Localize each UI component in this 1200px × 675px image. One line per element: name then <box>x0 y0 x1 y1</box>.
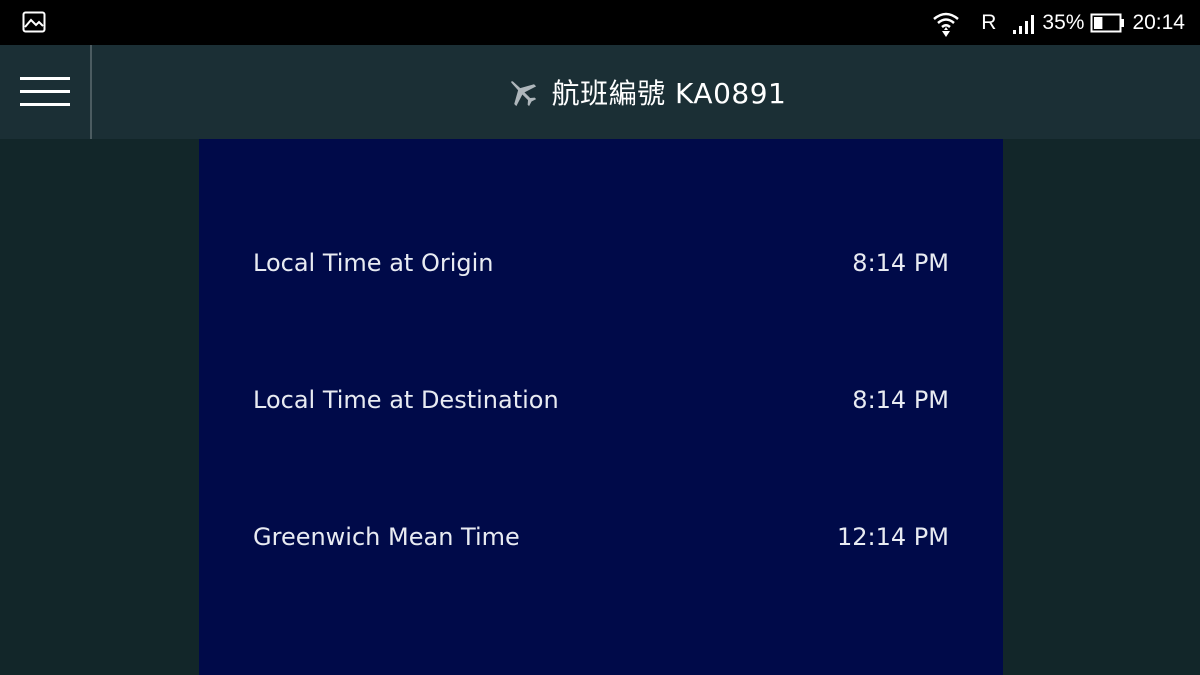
time-value: 8:14 PM <box>852 249 949 277</box>
time-row-gmt: Greenwich Mean Time 12:14 PM <box>253 523 949 551</box>
image-icon <box>22 11 46 33</box>
battery-icon <box>1090 13 1125 32</box>
time-label: Local Time at Destination <box>253 386 559 414</box>
status-bar: R 35% 20:14 <box>0 0 1200 45</box>
status-clock: 20:14 <box>1132 10 1185 34</box>
battery-percent: 35% <box>1042 10 1085 34</box>
roaming-indicator: R <box>981 10 997 34</box>
time-value: 8:14 PM <box>852 386 949 414</box>
status-indicators: R 35% 20:14 <box>931 0 1185 45</box>
header-title: 航班編號 KA0891 <box>92 45 1200 139</box>
airplane-icon <box>510 81 536 107</box>
time-label: Greenwich Mean Time <box>253 523 520 551</box>
menu-button[interactable] <box>0 45 92 139</box>
time-row-origin: Local Time at Origin 8:14 PM <box>253 249 949 277</box>
signal-icon <box>1013 14 1035 34</box>
flight-number-title: 航班編號 KA0891 <box>551 77 787 110</box>
hamburger-menu-icon <box>20 77 70 106</box>
time-row-destination: Local Time at Destination 8:14 PM <box>253 386 949 414</box>
app-header: 航班編號 KA0891 <box>0 45 1200 139</box>
time-value: 12:14 PM <box>837 523 949 551</box>
time-label: Local Time at Origin <box>253 249 494 277</box>
time-panel: Local Time at Origin 8:14 PM Local Time … <box>199 139 1003 675</box>
wifi-icon <box>933 12 960 37</box>
